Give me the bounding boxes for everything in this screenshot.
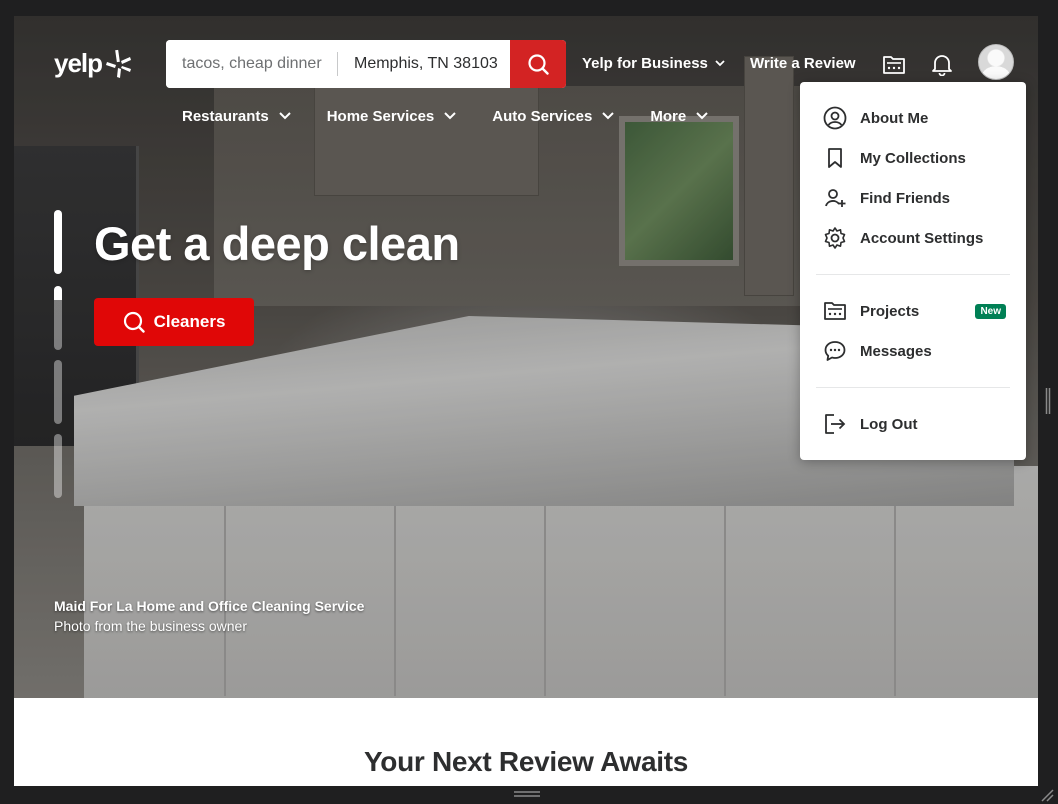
chevron-down-icon — [696, 112, 708, 120]
new-badge: New — [975, 303, 1006, 319]
resize-handle-right[interactable] — [1045, 388, 1051, 414]
yelp-for-business-label: Yelp for Business — [582, 54, 708, 72]
user-circle-icon — [822, 105, 848, 131]
menu-item-label: Log Out — [860, 415, 918, 433]
menu-divider — [816, 387, 1010, 388]
browser-viewport: yelp Yelp for Business Write a Review — [14, 16, 1038, 786]
menu-item-label: About Me — [860, 109, 929, 127]
search-button[interactable] — [510, 40, 566, 88]
carousel-indicator[interactable] — [54, 434, 62, 498]
projects-icon — [822, 298, 848, 324]
menu-item-label: Account Settings — [860, 229, 984, 247]
logo-text: yelp — [54, 47, 103, 78]
photo-credit-text: Photo from the business owner — [54, 618, 247, 634]
chevron-down-icon — [602, 112, 615, 120]
search-icon — [123, 311, 145, 333]
resize-handle-corner[interactable] — [1040, 788, 1054, 802]
yelp-logo[interactable]: yelp — [54, 46, 132, 80]
category-label: More — [650, 107, 687, 125]
user-avatar-button[interactable] — [978, 44, 1014, 80]
category-auto-services[interactable]: Auto Services — [492, 106, 615, 126]
menu-item-label: Messages — [860, 342, 932, 360]
section-title: Your Next Review Awaits — [363, 746, 689, 777]
gear-icon — [822, 225, 848, 251]
menu-item-label: My Collections — [860, 149, 966, 167]
carousel-indicator[interactable] — [54, 286, 62, 350]
category-more[interactable]: More — [650, 106, 708, 126]
category-restaurants[interactable]: Restaurants — [182, 106, 291, 126]
menu-item-log-out[interactable]: Log Out — [822, 411, 1006, 437]
carousel-indicator[interactable] — [54, 210, 62, 274]
search-icon — [528, 54, 549, 75]
menu-item-label: Projects — [860, 302, 920, 320]
menu-item-label: Find Friends — [860, 189, 950, 207]
category-home-services[interactable]: Home Services — [327, 106, 457, 126]
bookmark-icon — [822, 145, 848, 171]
chevron-down-icon — [444, 112, 456, 120]
write-review-label: Write a Review — [750, 54, 856, 72]
search-find-input[interactable] — [166, 40, 337, 88]
yelp-burst-icon — [106, 49, 132, 78]
menu-item-about-me[interactable]: About Me — [822, 105, 1006, 131]
chat-icon — [822, 338, 848, 364]
yelp-for-business-menu[interactable]: Yelp for Business — [582, 52, 725, 74]
menu-item-messages[interactable]: Messages — [822, 338, 1006, 364]
projects-icon — [883, 56, 905, 74]
hero-button-label: Cleaners — [153, 312, 226, 331]
write-review-link[interactable]: Write a Review — [750, 52, 856, 74]
category-label: Auto Services — [492, 107, 593, 125]
chevron-down-icon — [278, 112, 291, 120]
photo-credit: Maid For La Home and Office Cleaning Ser… — [54, 596, 364, 636]
category-nav: Restaurants Home Services Auto Services … — [182, 106, 744, 126]
bell-icon — [932, 55, 952, 76]
hero-cleaners-button[interactable]: Cleaners — [94, 298, 254, 346]
add-friend-icon — [822, 185, 848, 211]
menu-item-my-collections[interactable]: My Collections — [822, 145, 1006, 171]
logout-icon — [822, 411, 848, 437]
menu-item-account-settings[interactable]: Account Settings — [822, 225, 1006, 251]
projects-nav-button[interactable] — [880, 50, 908, 78]
menu-item-projects[interactable]: Projects New — [822, 298, 1006, 324]
search-location-input[interactable] — [338, 40, 510, 88]
notifications-button[interactable] — [928, 50, 956, 78]
category-label: Restaurants — [182, 107, 269, 125]
carousel-indicator[interactable] — [54, 360, 62, 424]
menu-divider — [816, 274, 1010, 275]
category-label: Home Services — [326, 107, 435, 125]
menu-item-find-friends[interactable]: Find Friends — [822, 185, 1006, 211]
photo-business-link[interactable]: Maid For La Home and Office Cleaning Ser… — [54, 596, 364, 616]
search-bar — [166, 40, 566, 88]
chevron-down-icon — [715, 59, 725, 66]
user-dropdown-menu: About Me My Collections Find Friends Acc… — [800, 82, 1026, 460]
resize-handle-bottom[interactable] — [514, 790, 540, 798]
hero-title: Get a deep clean — [94, 217, 460, 270]
